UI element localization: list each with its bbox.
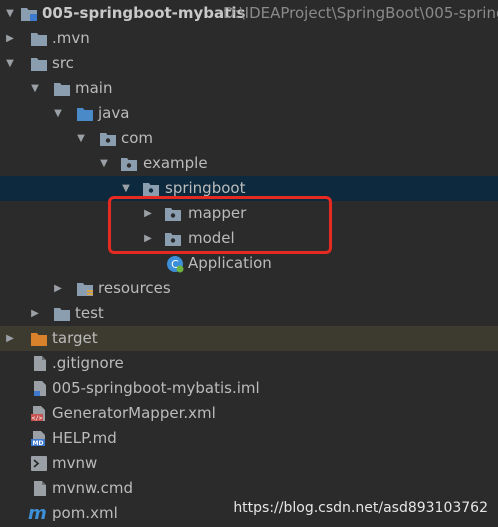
collapse-arrow-icon[interactable]: ▶	[3, 26, 17, 51]
tree-row-java[interactable]: ▼ java	[0, 101, 498, 126]
package-icon	[143, 183, 159, 196]
tree-label: HELP.md	[52, 429, 117, 447]
module-folder-icon	[21, 8, 37, 21]
tree-row-test[interactable]: ▶ test	[0, 301, 498, 326]
folder-icon	[54, 308, 70, 321]
tree-row-help[interactable]: MD HELP.md	[0, 426, 498, 451]
tree-label: .mvn	[52, 29, 90, 47]
maven-icon: m	[28, 503, 47, 524]
iml-file-icon	[34, 381, 46, 396]
resources-folder-icon	[77, 283, 93, 296]
expand-arrow-icon[interactable]: ▼	[3, 51, 17, 76]
folder-icon	[31, 58, 47, 71]
xml-file-icon: </>	[31, 406, 45, 422]
markdown-file-icon: MD	[31, 431, 45, 447]
tree-row-example[interactable]: ▼ example	[0, 151, 498, 176]
tree-label: src	[52, 54, 74, 72]
watermark-text: https://blog.csdn.net/asd893103762	[233, 500, 488, 516]
collapse-arrow-icon[interactable]: ▶	[3, 326, 17, 351]
tree-label: test	[75, 304, 104, 322]
tree-row-src[interactable]: ▼ src	[0, 51, 498, 76]
tree-label: target	[52, 329, 98, 347]
expand-arrow-icon[interactable]: ▼	[74, 126, 88, 151]
tree-row-mvnw[interactable]: mvnw	[0, 451, 498, 476]
shell-script-icon	[31, 456, 47, 471]
folder-icon	[54, 83, 70, 96]
tree-label: Application	[188, 254, 272, 272]
tree-row-iml[interactable]: 005-springboot-mybatis.iml	[0, 376, 498, 401]
tree-label: main	[75, 79, 113, 97]
source-folder-icon	[77, 108, 93, 121]
excluded-folder-icon	[31, 333, 47, 346]
collapse-arrow-icon[interactable]: ▶	[28, 301, 42, 326]
file-icon	[34, 356, 46, 371]
tree-row-target[interactable]: ▶ target	[0, 326, 498, 351]
tree-row-mvn[interactable]: ▶ .mvn	[0, 26, 498, 51]
tree-label: resources	[98, 279, 171, 297]
tree-row-resources[interactable]: ▶ resources	[0, 276, 498, 301]
tree-label: mvnw.cmd	[52, 479, 134, 497]
tree-row-com[interactable]: ▼ com	[0, 126, 498, 151]
project-name: 005-springboot-mybatis	[42, 4, 246, 22]
tree-row-gitignore[interactable]: .gitignore	[0, 351, 498, 376]
collapse-arrow-icon[interactable]: ▶	[51, 276, 65, 301]
spring-boot-class-icon: C	[167, 256, 184, 273]
tree-label: 005-springboot-mybatis.iml	[52, 379, 260, 397]
highlight-box	[108, 196, 332, 254]
tree-label: java	[98, 104, 130, 122]
svg-text:MD: MD	[33, 440, 44, 447]
tree-row-project-root[interactable]: ▼ 005-springboot-mybatis D:\IDEAProject\…	[0, 1, 498, 26]
tree-row-application[interactable]: C Application	[0, 251, 498, 276]
tree-label: mvnw	[52, 454, 98, 472]
tree-row-mvnw-cmd[interactable]: mvnw.cmd	[0, 476, 498, 501]
expand-arrow-icon[interactable]: ▼	[51, 101, 65, 126]
tree-label: example	[143, 154, 208, 172]
tree-label: GeneratorMapper.xml	[52, 404, 216, 422]
expand-arrow-icon[interactable]: ▼	[28, 76, 42, 101]
folder-icon	[31, 33, 47, 46]
package-icon	[121, 158, 137, 171]
tree-label: .gitignore	[52, 354, 124, 372]
expand-arrow-icon[interactable]: ▼	[97, 151, 111, 176]
project-path: D:\IDEAProject\SpringBoot\005-spring	[223, 4, 498, 22]
tree-label: com	[121, 129, 154, 147]
package-icon	[100, 133, 116, 146]
svg-text:</>: </>	[32, 415, 43, 422]
tree-label: pom.xml	[52, 504, 118, 522]
tree-row-main[interactable]: ▼ main	[0, 76, 498, 101]
expand-arrow-icon[interactable]: ▼	[3, 1, 17, 26]
tree-row-generator-mapper[interactable]: </> GeneratorMapper.xml	[0, 401, 498, 426]
file-icon	[34, 481, 46, 496]
